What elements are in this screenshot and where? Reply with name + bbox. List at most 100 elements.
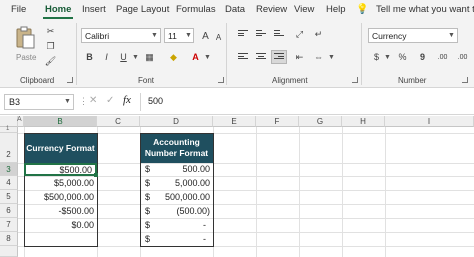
column-header-i[interactable]: I	[385, 116, 474, 127]
cell-b7[interactable]: $0.00	[24, 220, 94, 230]
row-header-6[interactable]: 6	[0, 204, 18, 218]
font-launcher-icon[interactable]	[218, 77, 224, 83]
chevron-down-icon[interactable]: ▼	[64, 98, 71, 105]
number-group-label: Number	[398, 76, 427, 85]
orientation-icon[interactable]: ⤢	[293, 28, 306, 40]
gridline	[256, 127, 257, 257]
tab-view[interactable]: View	[294, 4, 314, 15]
row-header-4[interactable]: 4	[0, 176, 18, 190]
format-painter-icon[interactable]: 🖌	[44, 55, 57, 67]
row-header-3[interactable]: 3	[0, 163, 18, 176]
gridline	[299, 127, 300, 257]
cell-d6[interactable]: (500.00)	[140, 206, 210, 216]
tab-home[interactable]: Home	[45, 4, 71, 15]
tell-me-search[interactable]: Tell me what you want t	[376, 4, 474, 15]
cell-d5[interactable]: 500,000.00	[140, 192, 210, 202]
clipboard-group-label: Clipboard	[20, 76, 55, 85]
cell-b5[interactable]: $500,000.00	[24, 192, 94, 202]
active-tab-indicator	[43, 17, 73, 19]
lightbulb-icon[interactable]: 💡	[356, 4, 368, 15]
cancel-icon[interactable]: ✕	[89, 95, 97, 106]
middle-align-icon[interactable]	[256, 30, 266, 39]
top-align-icon[interactable]	[238, 30, 248, 39]
font-color-icon[interactable]: A	[189, 51, 202, 63]
column-header-c[interactable]: C	[97, 116, 140, 127]
wrap-text-icon[interactable]: ↵	[312, 28, 325, 40]
worksheet-grid: B C D E F G H I A 2 3 4 5 6 7 8 1 Curren…	[0, 116, 474, 257]
align-center-icon[interactable]	[256, 53, 266, 62]
column-header-d[interactable]: D	[140, 116, 213, 127]
italic-button[interactable]: I	[100, 51, 113, 63]
borders-icon[interactable]: ▦	[143, 51, 156, 63]
indent-decrease-icon[interactable]: ⇤	[293, 51, 306, 63]
row-header-9[interactable]	[0, 246, 18, 257]
more-options-icon[interactable]: ⋮	[79, 96, 88, 107]
tab-insert[interactable]: Insert	[82, 4, 106, 15]
column-header-g[interactable]: G	[299, 116, 342, 127]
chevron-down-icon: ▼	[448, 32, 455, 39]
tab-help[interactable]: Help	[326, 4, 346, 15]
cell-d8[interactable]: -	[140, 234, 206, 244]
row-header-8[interactable]: 8	[0, 232, 18, 246]
tab-file[interactable]: File	[11, 4, 26, 15]
bold-button[interactable]: B	[83, 51, 96, 63]
column-header-b[interactable]: B	[24, 116, 97, 127]
merge-center-icon[interactable]: ⇔	[312, 51, 325, 63]
column-header-e[interactable]: E	[213, 116, 256, 127]
underline-button[interactable]: U	[117, 51, 130, 63]
paste-button[interactable]	[14, 26, 36, 52]
align-left-icon[interactable]	[238, 53, 248, 62]
column-header-a-label: A	[17, 116, 22, 123]
ribbon-tabs: File Home Insert Page Layout Formulas Da…	[0, 0, 474, 20]
row-header-5[interactable]: 5	[0, 190, 18, 204]
column-header-f[interactable]: F	[256, 116, 299, 127]
cell-d4[interactable]: 5,000.00	[140, 178, 210, 188]
gridline	[385, 127, 386, 257]
fill-handle[interactable]	[94, 173, 98, 177]
alignment-group-label: Alignment	[272, 76, 308, 85]
tab-page-layout[interactable]: Page Layout	[116, 4, 169, 15]
chevron-down-icon: ▼	[185, 32, 192, 39]
paste-label: Paste	[16, 53, 37, 62]
cell-b4[interactable]: $5,000.00	[24, 178, 94, 188]
enter-icon[interactable]: ✓	[106, 95, 114, 106]
number-format-select[interactable]: Currency	[368, 28, 458, 43]
cell-d7[interactable]: -	[140, 220, 206, 230]
bottom-align-icon[interactable]	[274, 30, 284, 39]
tab-formulas[interactable]: Formulas	[176, 4, 216, 15]
fill-color-icon[interactable]: ◆	[167, 51, 180, 63]
selected-cell-b3[interactable]: $500.00	[24, 163, 97, 176]
tab-data[interactable]: Data	[225, 4, 245, 15]
copy-icon[interactable]: ❐	[44, 40, 57, 52]
comma-style-button[interactable]: 9	[416, 51, 429, 63]
font-name-select[interactable]: Calibri	[81, 28, 161, 43]
tab-review[interactable]: Review	[256, 4, 287, 15]
increase-decimal-button[interactable]: .00	[436, 51, 449, 63]
grow-font-button[interactable]: A	[199, 30, 212, 42]
percent-button[interactable]: %	[396, 51, 409, 63]
cut-icon[interactable]: ✂	[44, 25, 57, 37]
chevron-down-icon: ▼	[384, 54, 391, 61]
cell-d3[interactable]: 500.00	[140, 164, 210, 174]
row-header-2[interactable]: 2	[0, 133, 18, 163]
paste-icon	[16, 26, 35, 49]
gridline	[342, 127, 343, 257]
alignment-launcher-icon[interactable]	[352, 77, 358, 83]
formula-input[interactable]: 500	[148, 96, 163, 106]
chevron-down-icon: ▼	[204, 54, 211, 61]
function-icon[interactable]: fx	[123, 94, 131, 106]
shrink-font-button[interactable]: A	[212, 31, 225, 43]
number-launcher-icon[interactable]	[462, 77, 468, 83]
group-separator	[226, 23, 227, 85]
cell-b6[interactable]: -$500.00	[24, 206, 94, 216]
group-separator	[361, 23, 362, 85]
row-header-7[interactable]: 7	[0, 218, 18, 232]
formula-bar: B3 ▼ ⋮ ✕ ✓ fx 500	[0, 89, 474, 115]
chevron-down-icon: ▼	[132, 54, 139, 61]
align-right-icon[interactable]	[274, 53, 284, 62]
row-header-1-label: 1	[6, 126, 10, 132]
currency-format-button[interactable]: $	[370, 51, 383, 63]
column-header-h[interactable]: H	[342, 116, 385, 127]
decrease-decimal-button[interactable]: .00	[456, 51, 469, 63]
clipboard-launcher-icon[interactable]	[67, 77, 73, 83]
